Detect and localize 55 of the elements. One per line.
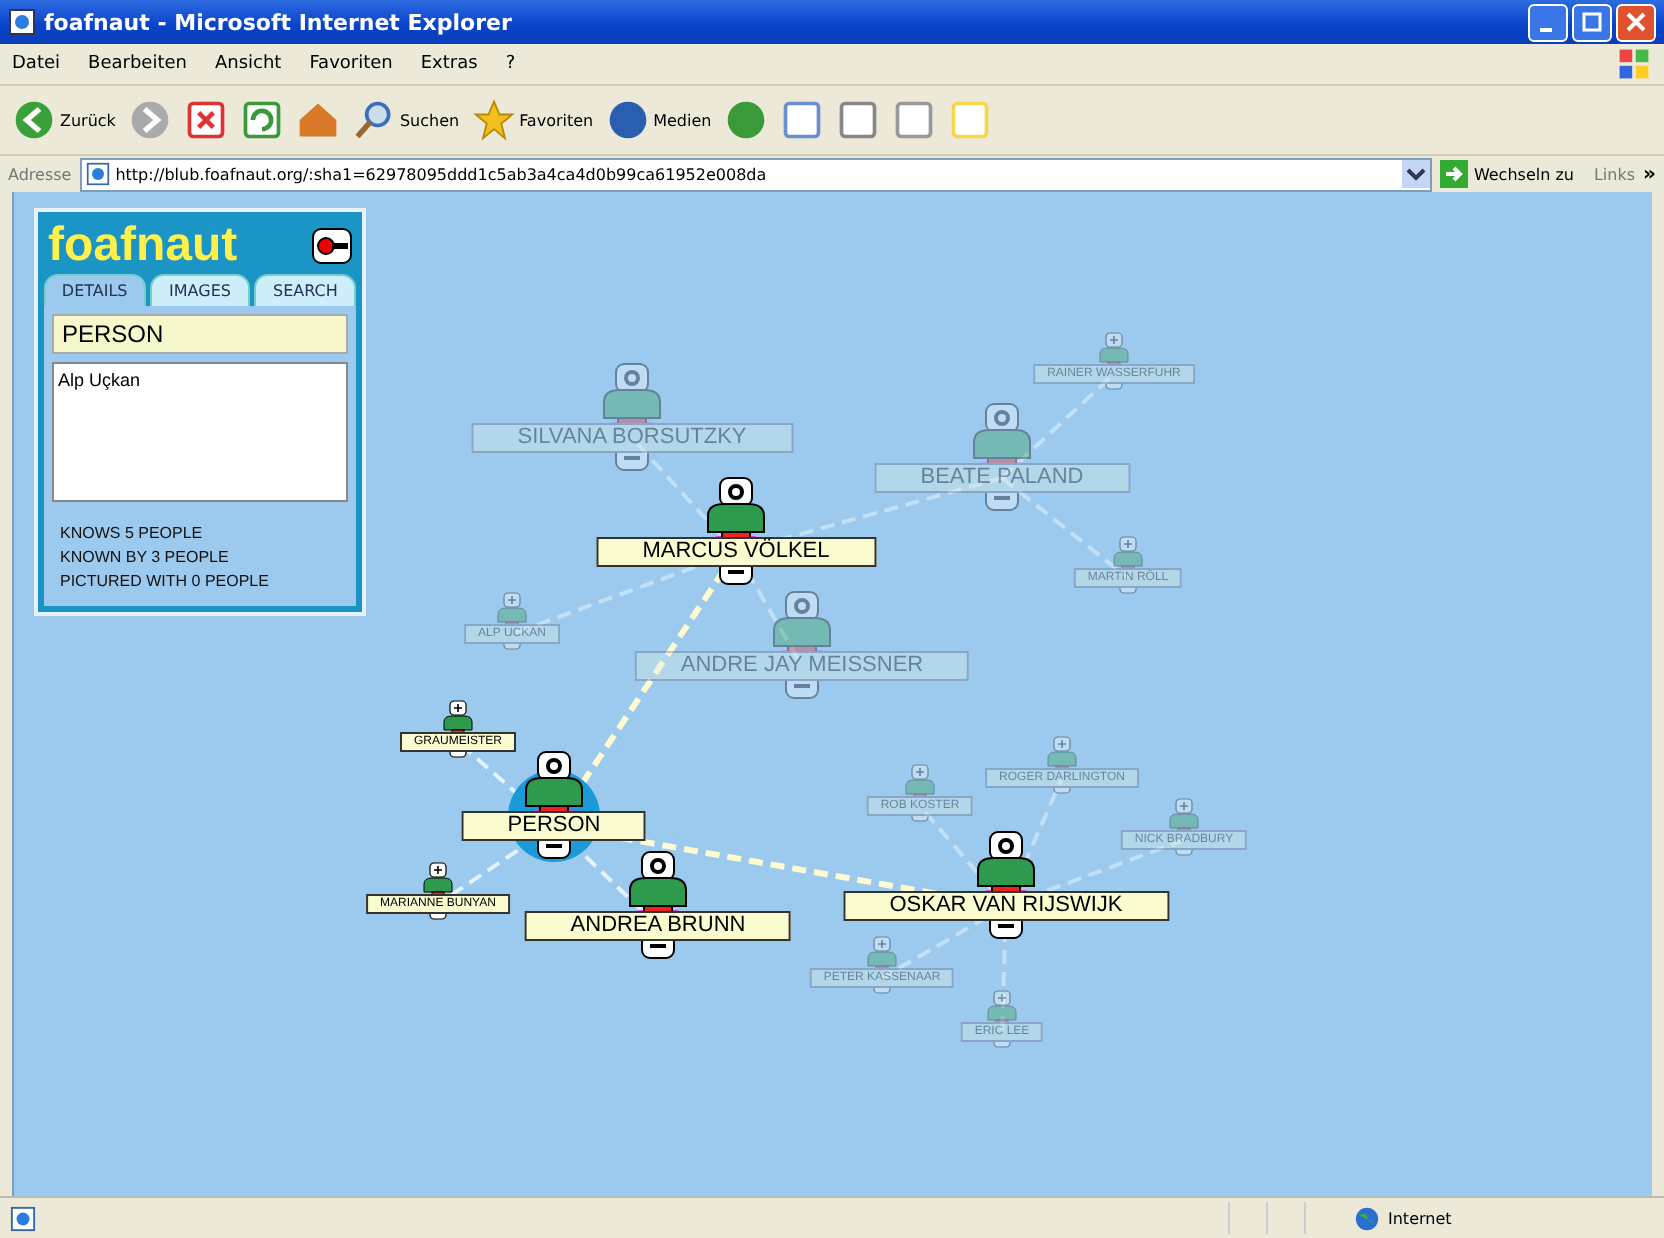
home-button[interactable] [295, 98, 340, 142]
minimize-button[interactable] [1528, 3, 1568, 41]
node-label[interactable]: PERSON [461, 811, 647, 841]
zone-label: Internet [1388, 1209, 1452, 1227]
stat-text: PICTURED WITH 0 PEOPLE [58, 570, 271, 594]
menu-item[interactable]: Bearbeiten [88, 54, 187, 74]
back-button[interactable]: Zurück [12, 98, 116, 142]
home-icon [295, 98, 340, 142]
search-button[interactable]: Suchen [351, 98, 460, 142]
key-icon[interactable] [312, 228, 352, 264]
panel-tab[interactable]: SEARCH [254, 274, 357, 306]
star-icon [471, 98, 516, 142]
page-icon [10, 1205, 36, 1231]
more-links-button[interactable]: » [1643, 163, 1656, 185]
favorites-button[interactable]: Favoriten [471, 98, 594, 142]
address-label: Adresse [8, 165, 72, 183]
menu-item[interactable]: Extras [420, 54, 478, 74]
forward-icon [127, 98, 172, 142]
panel-tab[interactable]: IMAGES [149, 274, 251, 306]
menu-item[interactable]: Favoriten [309, 54, 393, 74]
windows-logo-icon [1616, 46, 1652, 82]
menu-item[interactable]: Ansicht [214, 54, 282, 74]
links-label[interactable]: Links [1593, 165, 1636, 183]
minimize-icon [1539, 28, 1551, 32]
media-button[interactable]: Medien [605, 98, 712, 142]
forward-button[interactable] [127, 98, 172, 142]
refresh-icon [239, 98, 284, 142]
maximize-button[interactable] [1572, 3, 1612, 41]
node-label[interactable]: ANDREA BRUNN [524, 911, 792, 941]
stat-text: KNOWS 5 PEOPLE [58, 522, 205, 546]
back-icon [12, 98, 56, 142]
search-icon [351, 98, 396, 142]
menu-item[interactable]: Datei [12, 54, 61, 74]
stat-text: KNOWN BY 3 PEOPLE [58, 546, 231, 570]
close-icon [1626, 12, 1646, 32]
name-field[interactable]: PERSON [52, 314, 348, 354]
arrow-icon [1439, 160, 1468, 188]
stop-icon [183, 98, 228, 142]
foafnaut-logo: foafnaut [48, 218, 238, 274]
list-box[interactable]: Alp Uçkan [52, 362, 348, 502]
node-label[interactable]: OSKAR VAN RIJSWIJK [843, 891, 1169, 921]
stop-button[interactable] [183, 98, 228, 142]
refresh-button[interactable] [239, 98, 284, 142]
close-button[interactable] [1616, 3, 1656, 41]
page-icon [8, 8, 36, 36]
panel-tab[interactable]: DETAILS [44, 274, 146, 306]
node-label[interactable]: MARCUS VÖLKEL [596, 537, 876, 567]
page-icon [85, 162, 110, 186]
list-item[interactable]: Alp Uçkan [58, 370, 342, 390]
menu-item[interactable]: ? [505, 54, 516, 74]
maximize-icon [1582, 12, 1602, 32]
address-field[interactable]: http://blub.foafnaut.org/:sha1=62978095ddd1c5ab3a4ca4d0b99ca61952e008da [79, 157, 1432, 191]
go-button[interactable]: Wechseln zu [1439, 160, 1574, 188]
dropdown-icon[interactable] [1401, 160, 1430, 188]
window-title: foafnaut - Microsoft Internet Explorer [44, 9, 512, 35]
